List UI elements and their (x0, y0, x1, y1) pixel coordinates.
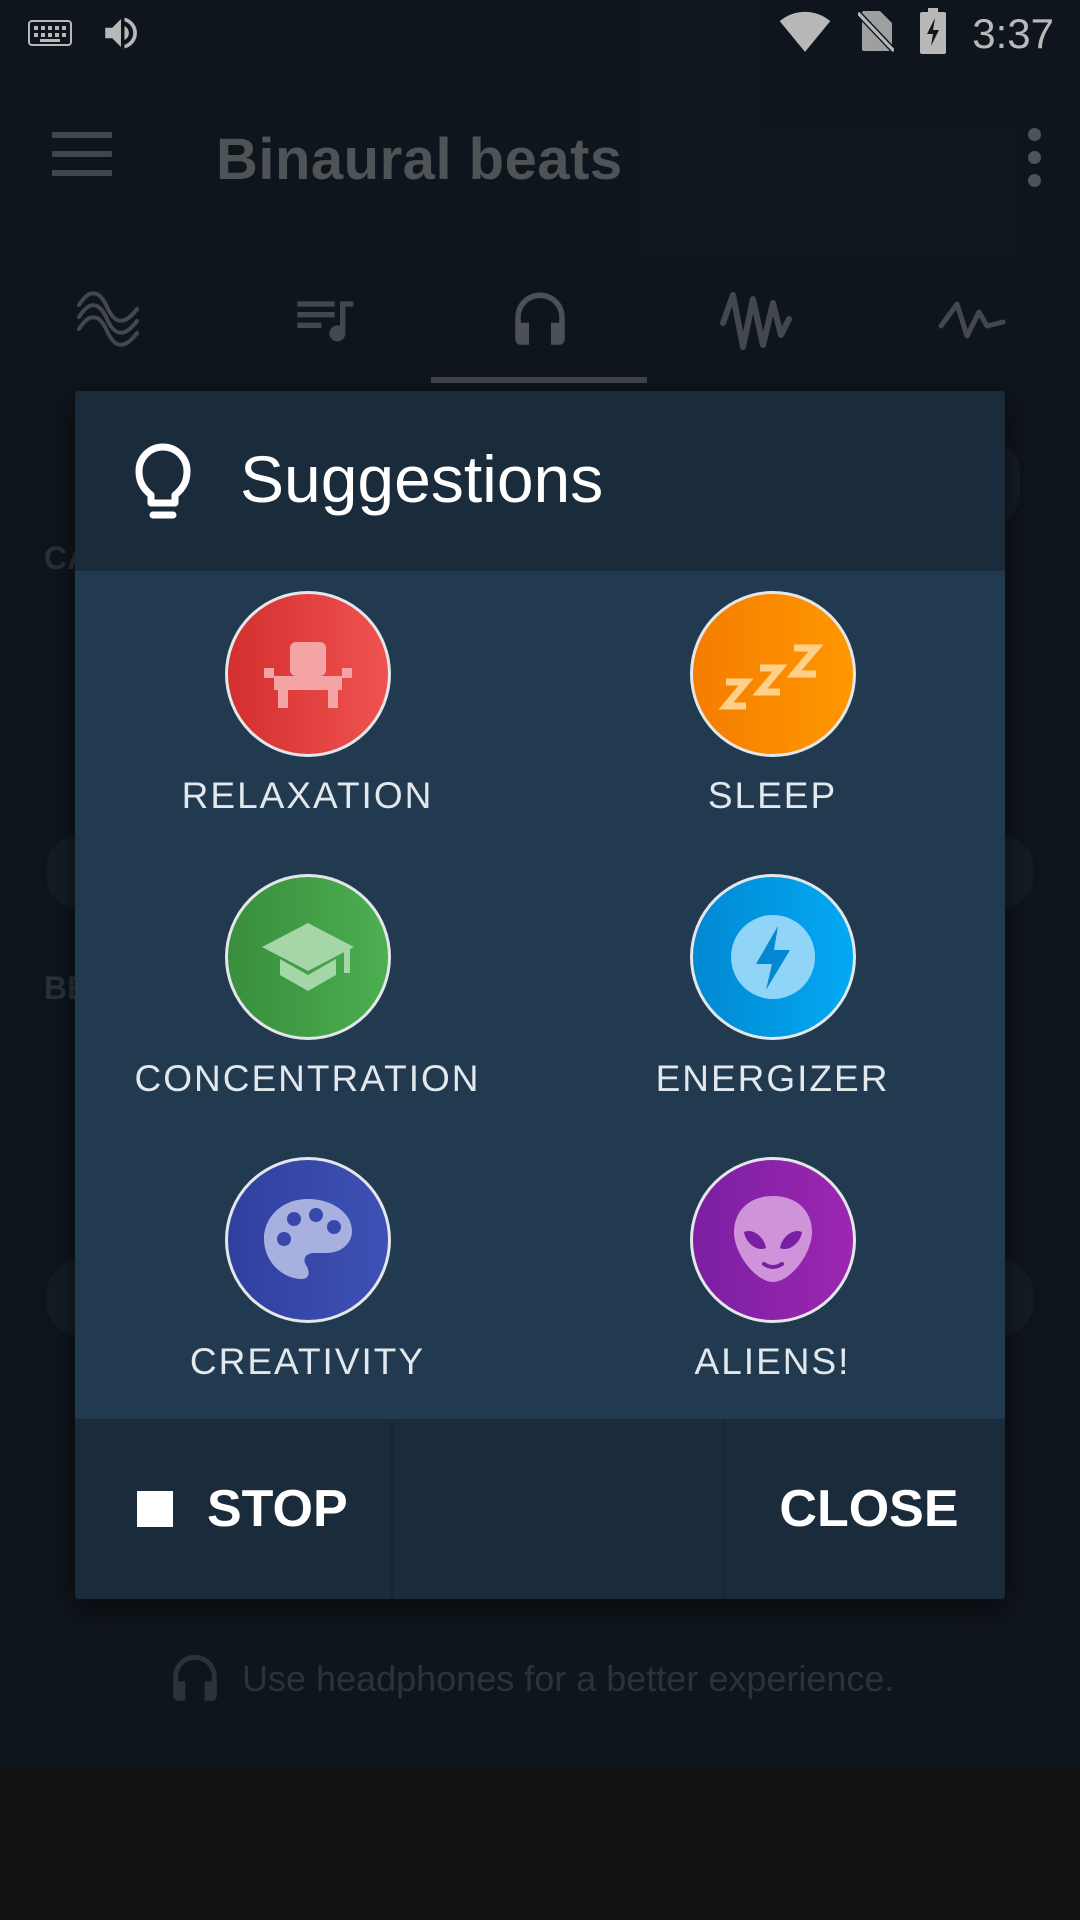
concentration-label: CONCENTRATION (134, 1058, 481, 1099)
creativity-circle[interactable] (224, 1157, 391, 1323)
creativity-label: CREATIVITY (189, 1341, 426, 1382)
suggestions-dialog: Suggestions RELAXATION SLEEP CONCENTRATI… (75, 391, 1005, 1599)
suggestion-concentration[interactable]: CONCENTRATION (75, 854, 540, 1137)
armchair-icon (263, 642, 352, 708)
energizer-circle[interactable] (689, 874, 856, 1040)
lightning-bolt-icon (730, 915, 815, 999)
zzz-icon (718, 644, 824, 710)
relaxation-circle[interactable] (224, 591, 391, 757)
footer-spacer (391, 1419, 725, 1599)
suggestion-energizer[interactable]: ENERGIZER (540, 854, 1005, 1137)
concentration-circle[interactable] (224, 874, 391, 1040)
dialog-header: Suggestions (75, 391, 1005, 571)
palette-icon (263, 1199, 352, 1279)
energizer-label: ENERGIZER (655, 1058, 890, 1099)
suggestions-grid: RELAXATION SLEEP CONCENTRATION ENERGIZER… (75, 571, 1005, 1411)
suggestion-creativity[interactable]: CREATIVITY (75, 1137, 540, 1420)
suggestion-relaxation[interactable]: RELAXATION (75, 571, 540, 854)
stop-button[interactable]: STOP (75, 1419, 389, 1599)
suggestion-sleep[interactable]: SLEEP (540, 571, 1005, 854)
graduation-cap-icon (261, 923, 354, 991)
relaxation-label: RELAXATION (181, 775, 434, 816)
stop-icon (137, 1491, 173, 1527)
stop-button-label: STOP (207, 1480, 348, 1538)
sleep-label: SLEEP (707, 775, 838, 816)
alien-icon (733, 1196, 812, 1282)
lightbulb-icon (135, 443, 191, 519)
aliens-circle[interactable] (689, 1157, 856, 1323)
close-button-label: CLOSE (779, 1480, 959, 1538)
dialog-title: Suggestions (240, 442, 604, 516)
sleep-circle[interactable] (689, 591, 856, 757)
suggestion-aliens[interactable]: ALIENS! (540, 1137, 1005, 1420)
dialog-footer: STOP CLOSE (75, 1419, 1005, 1599)
aliens-label: ALIENS! (694, 1341, 851, 1382)
close-button[interactable]: CLOSE (723, 1419, 1005, 1599)
